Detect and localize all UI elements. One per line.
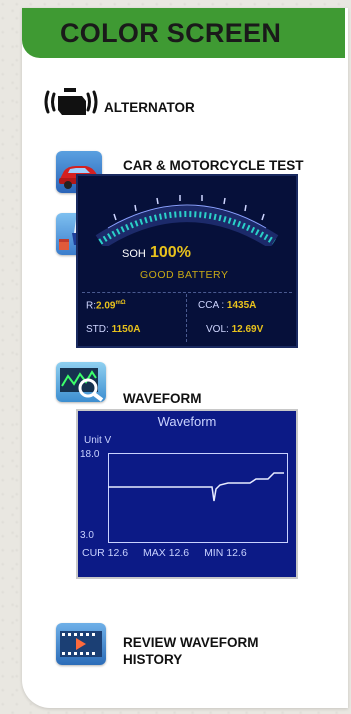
voltage-readout: VOL: 12.69V [206,324,263,335]
waveform-stats: CUR 12.6 MAX 12.6 MIN 12.6 [82,547,259,559]
soh-gauge [95,195,279,246]
cca-readout: CCA : 1435A [198,300,256,311]
voltage-label: VOL: [206,324,229,335]
waveform-max: MAX 12.6 [143,547,190,559]
feature-label-car-motorcycle: CAR & MOTORCYCLE TEST [123,158,304,173]
soh-label: SOH [122,248,146,260]
screen-divider-vertical [186,294,187,342]
video-history-icon [56,623,106,665]
waveform-screen: Waveform Unit V 18.0 3.0 CUR 12.6 MAX 12… [76,409,298,579]
engine-warning-icon [44,88,98,115]
resistance-value: 2.09 [96,300,116,312]
battery-test-screen: SOH 100% GOOD BATTERY R:2.09mΩ CCA : 143… [76,174,298,348]
cca-value: 1435A [226,300,257,311]
waveform-unit: Unit V [84,435,112,446]
feature-label-alternator: ALTERNATOR [104,100,195,115]
feature-label-review-history-line1: REVIEW WAVEFORM [123,635,259,650]
cca-label: CCA : [198,300,225,311]
std-label: STD: [86,324,109,335]
resistance-readout: R:2.09mΩ [86,300,126,311]
feature-label-waveform: WAVEFORM [123,391,202,406]
resistance-unit: mΩ [115,300,126,306]
waveform-title: Waveform [157,414,217,429]
waveform-min: MIN 12.6 [204,547,247,559]
feature-label-review-history-line2: HISTORY [123,652,183,667]
battery-status: GOOD BATTERY [140,269,229,281]
waveform-cur: CUR 12.6 [82,547,129,559]
waveform-magnifier-icon [56,362,106,402]
voltage-value: 12.69V [231,324,264,335]
feature-label-review-history: REVIEW WAVEFORM HISTORY [123,634,259,668]
panel-header: COLOR SCREEN [22,8,345,58]
waveform-y-max: 18.0 [80,449,100,460]
waveform-plot [108,453,288,543]
std-readout: STD: 1150A [86,324,140,335]
waveform-y-min: 3.0 [80,530,94,541]
resistance-label: R: [86,300,96,312]
soh-value: 100% [150,244,191,261]
page-title: COLOR SCREEN [60,18,282,48]
std-value: 1150A [111,324,141,335]
screen-divider [82,292,292,293]
